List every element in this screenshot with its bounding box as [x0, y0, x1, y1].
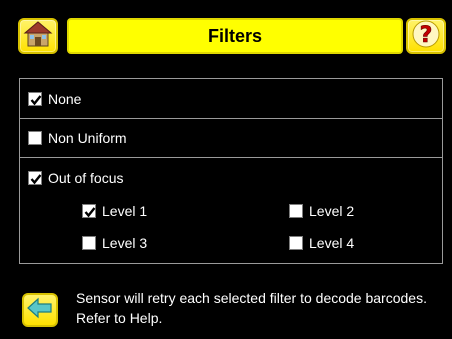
none-checkbox[interactable]	[28, 92, 42, 106]
title-bar: Filters	[67, 18, 403, 54]
none-label[interactable]: None	[48, 91, 81, 107]
level-3-label[interactable]: Level 3	[102, 235, 147, 251]
help-message: Sensor will retry each selected filter t…	[76, 290, 427, 326]
back-arrow-icon	[26, 297, 54, 324]
out-of-focus-checkbox[interactable]	[28, 171, 42, 185]
svg-text:?: ?	[420, 23, 433, 48]
level-1-checkbox[interactable]	[82, 204, 96, 218]
back-button[interactable]	[22, 293, 58, 327]
divider	[19, 118, 443, 119]
divider	[19, 157, 443, 158]
out-of-focus-label[interactable]: Out of focus	[48, 170, 123, 186]
level-2-label[interactable]: Level 2	[309, 203, 354, 219]
filters-screen: Filters ? None Non Uniform Out of focus …	[0, 0, 452, 339]
non-uniform-checkbox[interactable]	[28, 131, 42, 145]
help-button[interactable]: ?	[406, 18, 446, 54]
level-2-checkbox[interactable]	[289, 204, 303, 218]
home-button[interactable]	[18, 18, 58, 54]
non-uniform-label[interactable]: Non Uniform	[48, 130, 127, 146]
page-title: Filters	[207, 25, 263, 46]
level-3-checkbox[interactable]	[82, 236, 96, 250]
home-icon	[23, 20, 53, 53]
level-4-label[interactable]: Level 4	[309, 235, 354, 251]
level-1-label[interactable]: Level 1	[102, 203, 147, 219]
help-icon: ?	[411, 19, 441, 54]
level-4-checkbox[interactable]	[289, 236, 303, 250]
